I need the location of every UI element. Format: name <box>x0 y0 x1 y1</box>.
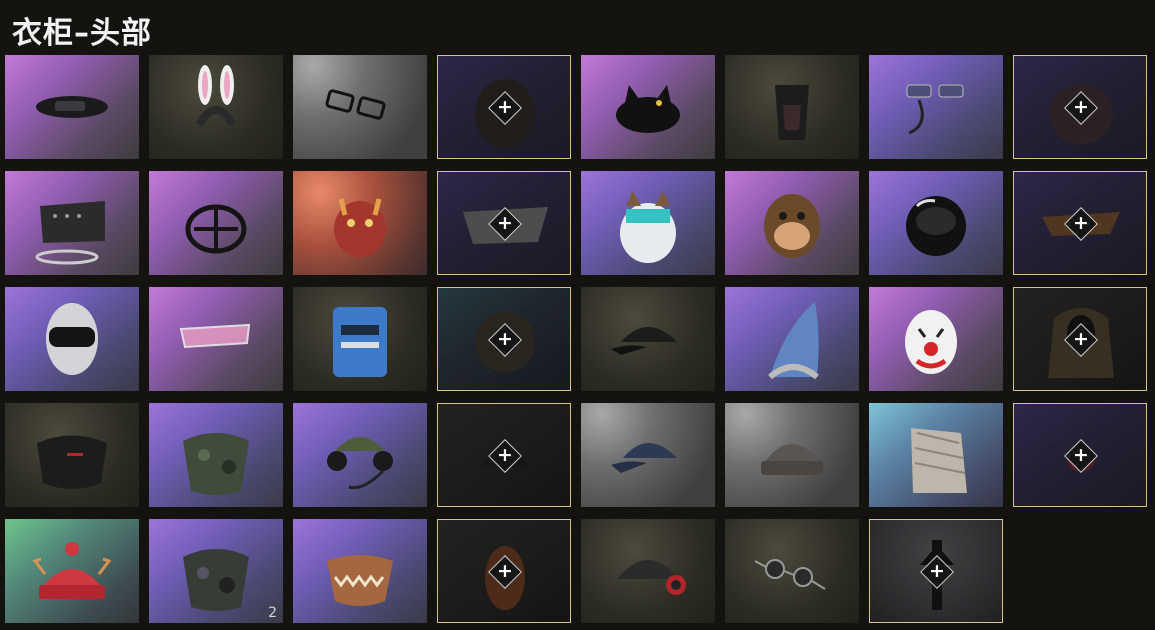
add-item-button[interactable]: + <box>1064 439 1098 473</box>
headphone-beanie-icon <box>617 560 686 595</box>
add-item-button[interactable]: + <box>1064 207 1098 241</box>
wardrobe-item-face-mask[interactable] <box>5 403 139 507</box>
plus-icon: + <box>929 560 945 582</box>
wardrobe-item-red-badge[interactable]: + <box>1013 403 1147 507</box>
cat-beanie-icon <box>616 85 680 133</box>
wardrobe-item-pumpkin-mask[interactable]: + <box>437 519 571 623</box>
camo-neck-gaiter-icon <box>183 433 249 495</box>
add-item-button[interactable]: + <box>488 439 522 473</box>
wardrobe-item-bear-hood[interactable]: + <box>437 55 571 159</box>
wardrobe-item-black-cap[interactable] <box>581 287 715 391</box>
page-title: 衣柜–头部 <box>12 16 152 51</box>
gnome-hat-icon <box>768 302 819 380</box>
add-item-button[interactable]: + <box>488 91 522 125</box>
denim-cap-icon <box>611 443 677 473</box>
wardrobe-item-monster-mouth-mask[interactable] <box>293 519 427 623</box>
wardrobe-item-round-sunglasses[interactable] <box>725 519 859 623</box>
oni-mask-icon <box>334 198 386 257</box>
wardrobe-item-pilot-headset-cap[interactable] <box>293 403 427 507</box>
wardrobe-item-reindeer-beanie[interactable] <box>5 519 139 623</box>
round-sunglasses-icon <box>754 559 826 590</box>
wardrobe-item-chimp-mask[interactable] <box>725 171 859 275</box>
plus-icon: + <box>1073 444 1089 466</box>
add-item-button[interactable]: + <box>1064 91 1098 125</box>
wardrobe-item-headphone-beanie[interactable] <box>581 519 715 623</box>
item-count: 2 <box>268 605 277 621</box>
clown-mask-icon <box>905 310 957 374</box>
plus-icon: + <box>497 212 513 234</box>
wardrobe-item-gnome-hat[interactable] <box>725 287 859 391</box>
visor-glasses-icon <box>179 323 251 349</box>
wardrobe-item-oni-mask[interactable] <box>293 171 427 275</box>
wardrobe-item-knit-beanie[interactable] <box>725 403 859 507</box>
wardrobe-item-headset-glasses[interactable] <box>869 55 1003 159</box>
plus-icon: + <box>1073 212 1089 234</box>
tactical-mask-icon <box>775 85 809 140</box>
wardrobe-item-ninja-hood[interactable] <box>5 287 139 391</box>
owl-hat-icon <box>620 191 676 263</box>
wardrobe-item-muzzle-mask[interactable] <box>149 171 283 275</box>
wardrobe-item-bandana[interactable]: + <box>437 171 571 275</box>
wardrobe-item-black-beanie[interactable]: + <box>437 403 571 507</box>
headset-glasses-icon <box>906 84 964 135</box>
wardrobe-item-ninja-headband[interactable]: + <box>869 519 1003 623</box>
ninja-hood-icon <box>46 303 98 375</box>
wardrobe-item-diving-helmet[interactable]: + <box>437 287 571 391</box>
knit-beanie-icon <box>761 444 823 475</box>
hooded-scarf-icon <box>911 428 967 493</box>
knight-helmet-icon <box>333 307 387 377</box>
wardrobe-item-cat-beanie[interactable] <box>581 55 715 159</box>
reindeer-beanie-icon <box>32 542 112 599</box>
wardrobe-item-visor-glasses[interactable] <box>149 287 283 391</box>
space-helmet-icon <box>906 196 966 256</box>
chimp-mask-icon <box>764 194 820 258</box>
wardrobe-item-hooded-scarf[interactable] <box>869 403 1003 507</box>
add-item-button[interactable]: + <box>488 323 522 357</box>
plus-icon: + <box>497 96 513 118</box>
wardrobe-item-glasses[interactable] <box>293 55 427 159</box>
wardrobe-item-knight-helmet[interactable] <box>293 287 427 391</box>
wardrobe-item-owl-hat[interactable] <box>581 171 715 275</box>
wardrobe-item-aviator-hat[interactable]: + <box>1013 171 1147 275</box>
plus-icon: + <box>1073 328 1089 350</box>
wardrobe-item-camo-neck-gaiter[interactable] <box>149 403 283 507</box>
wardrobe-item-scarf-hood[interactable]: + <box>1013 287 1147 391</box>
wardrobe-item-eyepatch-mask[interactable] <box>5 55 139 159</box>
wardrobe-item-clown-mask[interactable] <box>869 287 1003 391</box>
muzzle-mask-icon <box>185 204 247 254</box>
wardrobe-item-denim-cap[interactable] <box>581 403 715 507</box>
spiked-mask-icon <box>35 201 105 265</box>
wardrobe-item-space-helmet[interactable] <box>869 171 1003 275</box>
eyepatch-mask-icon <box>36 96 108 118</box>
add-item-button[interactable]: + <box>488 207 522 241</box>
wardrobe-item-bunny-ears-headband[interactable] <box>149 55 283 159</box>
wardrobe-item-camo-face-mask[interactable]: 2 <box>149 519 283 623</box>
pilot-headset-cap-icon <box>327 437 393 490</box>
plus-icon: + <box>497 560 513 582</box>
face-mask-icon <box>37 435 107 489</box>
monster-mouth-mask-icon <box>327 555 393 606</box>
plus-icon: + <box>497 444 513 466</box>
add-item-button[interactable]: + <box>920 555 954 589</box>
plus-icon: + <box>497 328 513 350</box>
plus-icon: + <box>1073 96 1089 118</box>
wardrobe-grid: + + + + + + + +2 + + <box>5 55 1147 623</box>
black-cap-icon <box>611 327 677 355</box>
wardrobe-item-red-hood[interactable]: + <box>1013 55 1147 159</box>
bunny-ears-headband-icon <box>195 65 237 128</box>
wardrobe-item-spiked-mask[interactable] <box>5 171 139 275</box>
glasses-icon <box>325 89 386 120</box>
camo-face-mask-icon <box>183 549 249 611</box>
add-item-button[interactable]: + <box>1064 323 1098 357</box>
wardrobe-item-tactical-mask[interactable] <box>725 55 859 159</box>
add-item-button[interactable]: + <box>488 555 522 589</box>
